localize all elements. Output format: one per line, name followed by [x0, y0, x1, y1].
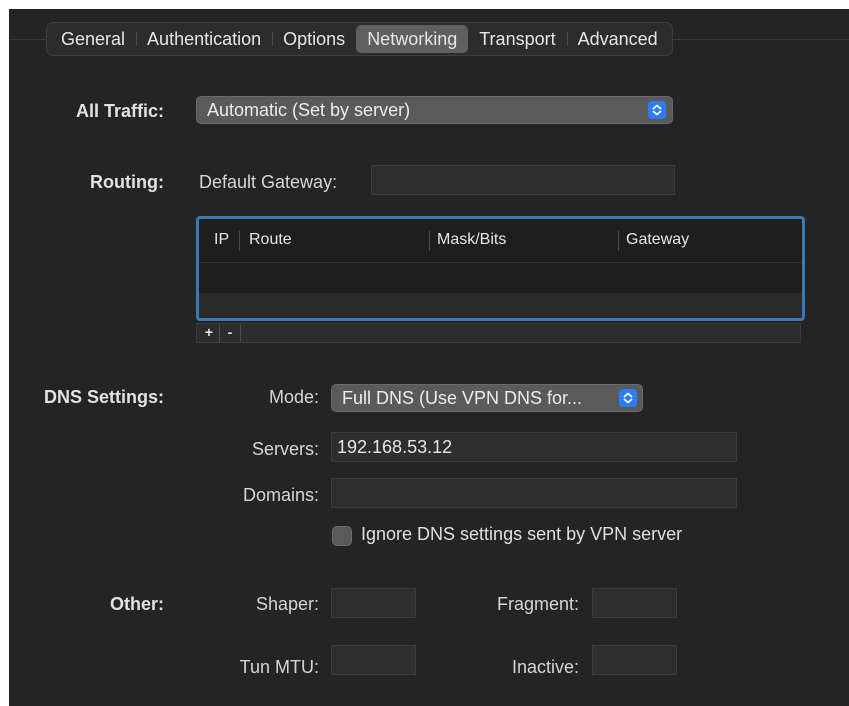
add-remove-bar: + - [196, 323, 801, 343]
column-gateway[interactable]: Gateway [626, 231, 689, 249]
mode-label: Mode: [268, 387, 319, 407]
tab-transport[interactable]: Transport [468, 25, 566, 53]
column-route[interactable]: Route [249, 231, 292, 249]
dns-settings-label: DNS Settings: [43, 387, 164, 407]
dns-mode-popup[interactable]: Full DNS (Use VPN DNS for... [331, 384, 643, 412]
dns-mode-value: Full DNS (Use VPN DNS for... [342, 388, 583, 408]
all-traffic-value: Automatic (Set by server) [207, 100, 411, 120]
tab-bar: General Authentication Options Networkin… [46, 22, 673, 56]
tun-mtu-label: Tun MTU: [239, 657, 319, 677]
default-gateway-field[interactable] [371, 165, 675, 195]
popup-stepper-icon [648, 101, 666, 119]
table-row[interactable] [199, 263, 802, 293]
fragment-field[interactable] [592, 588, 677, 618]
tun-mtu-field[interactable] [331, 645, 416, 675]
remove-route-button[interactable]: - [220, 324, 241, 342]
column-separator [618, 231, 619, 251]
column-separator [429, 231, 430, 251]
column-ip[interactable]: IP [214, 231, 229, 249]
other-label: Other: [110, 594, 164, 614]
tab-options[interactable]: Options [272, 25, 356, 53]
servers-label: Servers: [251, 439, 319, 459]
all-traffic-popup[interactable]: Automatic (Set by server) [196, 96, 673, 124]
domains-label: Domains: [242, 485, 319, 505]
dns-servers-field[interactable]: 192.168.53.12 [331, 432, 737, 462]
column-mask-bits[interactable]: Mask/Bits [437, 231, 506, 249]
routing-label: Routing: [90, 172, 164, 192]
all-traffic-label: All Traffic: [75, 101, 164, 121]
shaper-field[interactable] [331, 588, 416, 618]
tab-networking[interactable]: Networking [356, 25, 469, 53]
fragment-label: Fragment: [496, 594, 579, 614]
shaper-label: Shaper: [255, 594, 319, 614]
routes-table[interactable]: IP Route Mask/Bits Gateway [196, 216, 805, 321]
add-route-button[interactable]: + [199, 324, 220, 342]
routes-table-header: IP Route Mask/Bits Gateway [199, 219, 802, 263]
tab-advanced[interactable]: Advanced [566, 25, 669, 53]
column-separator [239, 231, 240, 251]
table-row[interactable] [199, 293, 802, 318]
tab-general[interactable]: General [50, 25, 136, 53]
popup-stepper-icon [619, 389, 637, 407]
inactive-label: Inactive: [511, 657, 579, 677]
tab-authentication[interactable]: Authentication [136, 25, 272, 53]
default-gateway-label: Default Gateway: [199, 172, 338, 192]
dns-domains-field[interactable] [331, 478, 737, 508]
ignore-dns-checkbox[interactable] [332, 526, 352, 546]
ignore-dns-label[interactable]: Ignore DNS settings sent by VPN server [361, 524, 682, 545]
inactive-field[interactable] [592, 645, 677, 675]
settings-panel: General Authentication Options Networkin… [9, 9, 849, 706]
